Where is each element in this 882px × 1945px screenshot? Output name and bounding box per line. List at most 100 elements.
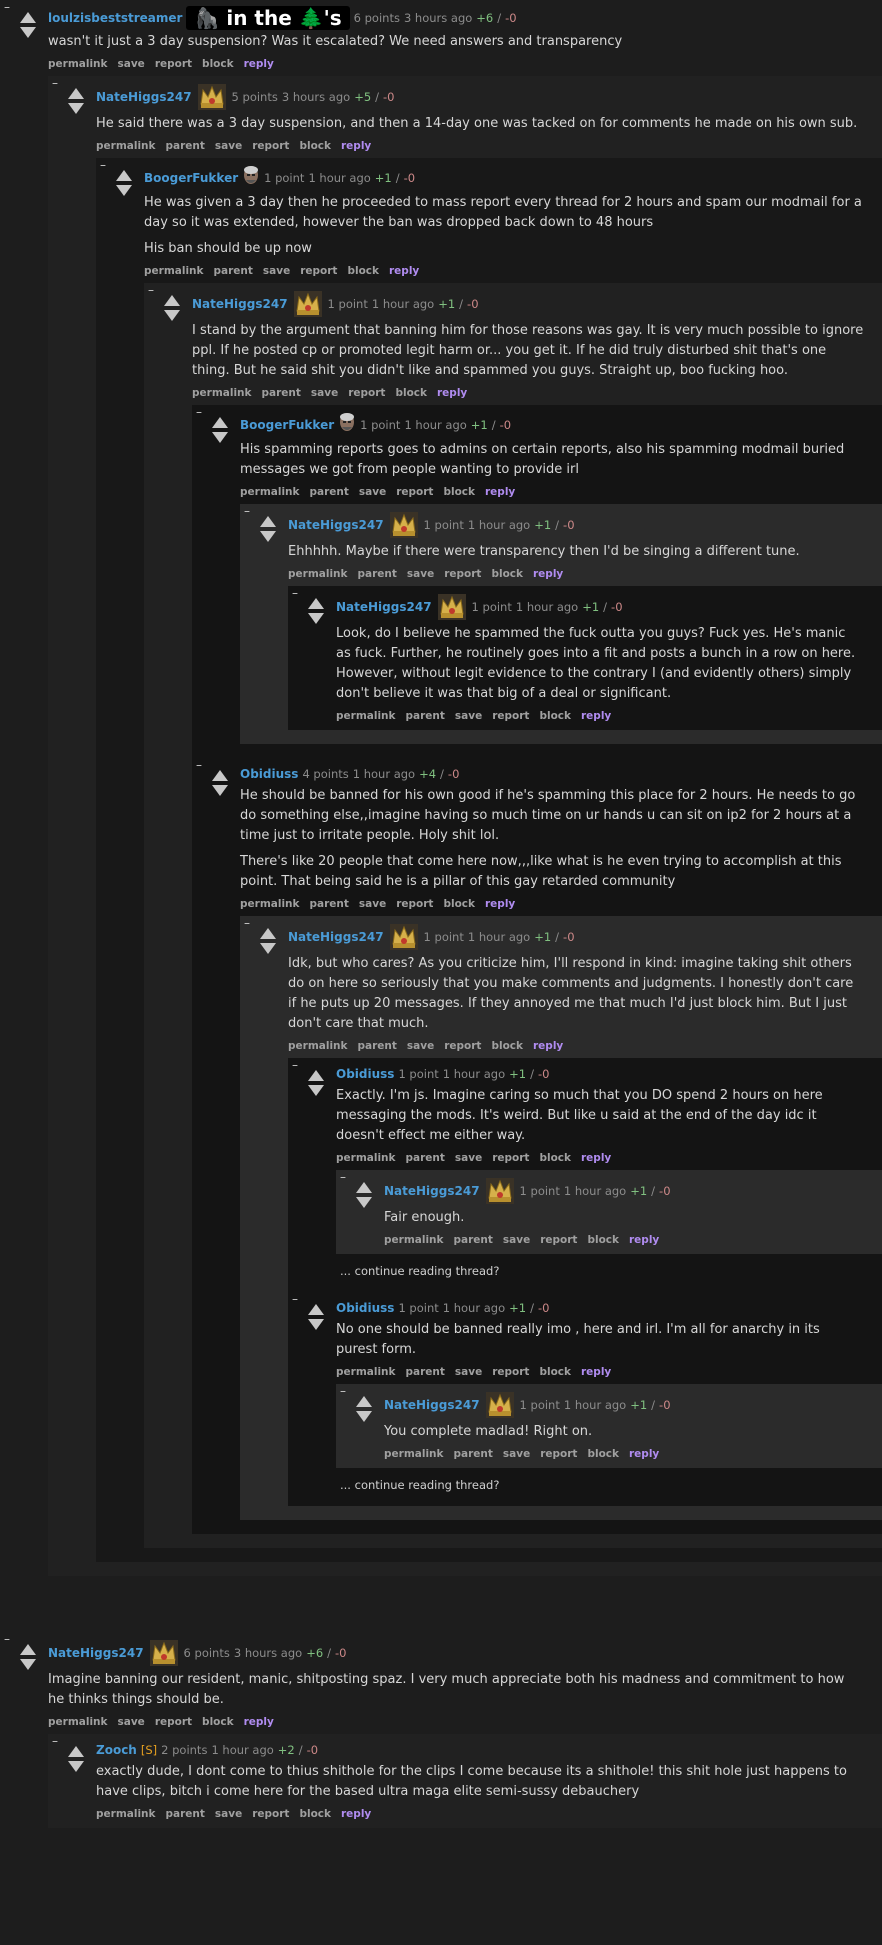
- permalink-button[interactable]: permalink: [336, 710, 396, 722]
- report-button[interactable]: report: [155, 58, 192, 70]
- parent-button[interactable]: parent: [262, 387, 301, 399]
- report-button[interactable]: report: [252, 140, 289, 152]
- author-link[interactable]: loulzisbeststreamer: [48, 11, 182, 25]
- report-button[interactable]: report: [540, 1448, 577, 1460]
- block-button[interactable]: block: [443, 486, 475, 498]
- report-button[interactable]: report: [396, 898, 433, 910]
- downvote-arrow-icon[interactable]: [356, 1411, 372, 1422]
- report-button[interactable]: report: [348, 387, 385, 399]
- author-link[interactable]: Zooch: [96, 1743, 137, 1757]
- block-button[interactable]: block: [539, 1366, 571, 1378]
- downvote-arrow-icon[interactable]: [212, 785, 228, 796]
- collapse-toggle[interactable]: –: [340, 1170, 346, 1184]
- reply-button[interactable]: reply: [389, 265, 419, 277]
- collapse-toggle[interactable]: –: [148, 283, 154, 297]
- downvote-arrow-icon[interactable]: [116, 185, 132, 196]
- downvote-arrow-icon[interactable]: [260, 943, 276, 954]
- parent-button[interactable]: parent: [454, 1448, 493, 1460]
- collapse-toggle[interactable]: –: [52, 1734, 58, 1748]
- save-button[interactable]: save: [215, 140, 242, 152]
- block-button[interactable]: block: [491, 1040, 523, 1052]
- continue-thread-link[interactable]: ... continue reading thread?: [336, 1474, 882, 1498]
- block-button[interactable]: block: [395, 387, 427, 399]
- permalink-button[interactable]: permalink: [192, 387, 252, 399]
- collapse-toggle[interactable]: –: [196, 758, 202, 772]
- collapse-toggle[interactable]: –: [340, 1384, 346, 1398]
- block-button[interactable]: block: [202, 1716, 234, 1728]
- reply-button[interactable]: reply: [581, 710, 611, 722]
- collapse-toggle[interactable]: –: [100, 158, 106, 172]
- parent-button[interactable]: parent: [406, 1152, 445, 1164]
- report-button[interactable]: report: [252, 1808, 289, 1820]
- downvote-arrow-icon[interactable]: [308, 1319, 324, 1330]
- author-link[interactable]: NateHiggs247: [336, 600, 432, 614]
- save-button[interactable]: save: [455, 1366, 482, 1378]
- block-button[interactable]: block: [443, 898, 475, 910]
- block-button[interactable]: block: [299, 1808, 331, 1820]
- downvote-arrow-icon[interactable]: [164, 310, 180, 321]
- upvote-arrow-icon[interactable]: [68, 88, 84, 99]
- collapse-toggle[interactable]: –: [4, 1632, 10, 1646]
- downvote-arrow-icon[interactable]: [20, 27, 36, 38]
- reply-button[interactable]: reply: [244, 1716, 274, 1728]
- reply-button[interactable]: reply: [629, 1234, 659, 1246]
- upvote-arrow-icon[interactable]: [212, 417, 228, 428]
- reply-button[interactable]: reply: [581, 1366, 611, 1378]
- parent-button[interactable]: parent: [214, 265, 253, 277]
- permalink-button[interactable]: permalink: [336, 1152, 396, 1164]
- reply-button[interactable]: reply: [485, 486, 515, 498]
- permalink-button[interactable]: permalink: [288, 1040, 348, 1052]
- reply-button[interactable]: reply: [629, 1448, 659, 1460]
- downvote-arrow-icon[interactable]: [212, 432, 228, 443]
- reply-button[interactable]: reply: [581, 1152, 611, 1164]
- parent-button[interactable]: parent: [166, 140, 205, 152]
- author-link[interactable]: NateHiggs247: [288, 518, 384, 532]
- downvote-arrow-icon[interactable]: [68, 103, 84, 114]
- block-button[interactable]: block: [539, 1152, 571, 1164]
- author-link[interactable]: Obidiuss: [336, 1301, 394, 1315]
- reply-button[interactable]: reply: [533, 1040, 563, 1052]
- upvote-arrow-icon[interactable]: [68, 1746, 84, 1757]
- parent-button[interactable]: parent: [166, 1808, 205, 1820]
- permalink-button[interactable]: permalink: [336, 1366, 396, 1378]
- save-button[interactable]: save: [407, 568, 434, 580]
- block-button[interactable]: block: [202, 58, 234, 70]
- report-button[interactable]: report: [444, 568, 481, 580]
- author-link[interactable]: NateHiggs247: [192, 297, 288, 311]
- save-button[interactable]: save: [311, 387, 338, 399]
- reply-button[interactable]: reply: [244, 58, 274, 70]
- downvote-arrow-icon[interactable]: [308, 613, 324, 624]
- save-button[interactable]: save: [455, 1152, 482, 1164]
- report-button[interactable]: report: [444, 1040, 481, 1052]
- block-button[interactable]: block: [587, 1234, 619, 1246]
- report-button[interactable]: report: [492, 710, 529, 722]
- permalink-button[interactable]: permalink: [384, 1234, 444, 1246]
- parent-button[interactable]: parent: [406, 710, 445, 722]
- save-button[interactable]: save: [407, 1040, 434, 1052]
- permalink-button[interactable]: permalink: [96, 140, 156, 152]
- permalink-button[interactable]: permalink: [240, 486, 300, 498]
- block-button[interactable]: block: [347, 265, 379, 277]
- block-button[interactable]: block: [491, 568, 523, 580]
- save-button[interactable]: save: [215, 1808, 242, 1820]
- author-link[interactable]: Obidiuss: [240, 767, 298, 781]
- report-button[interactable]: report: [492, 1366, 529, 1378]
- upvote-arrow-icon[interactable]: [20, 1644, 36, 1655]
- collapse-toggle[interactable]: –: [292, 1292, 298, 1306]
- permalink-button[interactable]: permalink: [144, 265, 204, 277]
- save-button[interactable]: save: [455, 710, 482, 722]
- downvote-arrow-icon[interactable]: [20, 1659, 36, 1670]
- report-button[interactable]: report: [492, 1152, 529, 1164]
- block-button[interactable]: block: [299, 140, 331, 152]
- permalink-button[interactable]: permalink: [48, 58, 108, 70]
- collapse-toggle[interactable]: –: [292, 586, 298, 600]
- collapse-toggle[interactable]: –: [4, 0, 10, 14]
- author-link[interactable]: NateHiggs247: [288, 930, 384, 944]
- upvote-arrow-icon[interactable]: [308, 1304, 324, 1315]
- continue-thread-link[interactable]: ... continue reading thread?: [336, 1260, 882, 1284]
- author-link[interactable]: BoogerFukker: [240, 418, 334, 432]
- downvote-arrow-icon[interactable]: [68, 1761, 84, 1772]
- upvote-arrow-icon[interactable]: [356, 1396, 372, 1407]
- author-link[interactable]: Obidiuss: [336, 1067, 394, 1081]
- parent-button[interactable]: parent: [310, 898, 349, 910]
